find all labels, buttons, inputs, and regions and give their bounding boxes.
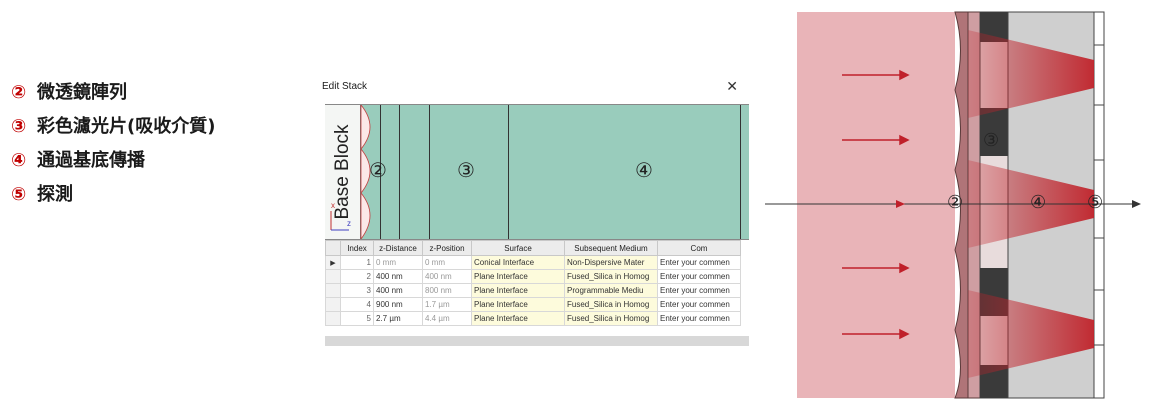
region-label: ④ bbox=[635, 160, 653, 182]
legend-number: ③ bbox=[11, 116, 27, 137]
legend-number: ④ bbox=[11, 150, 27, 171]
axis-x-label: x bbox=[331, 201, 335, 210]
legend-list: ② 微透鏡陣列 ③ 彩色濾光片(吸收介質) ④ 通過基底傳播 ⑤ 探測 bbox=[11, 76, 215, 212]
diagram-label: ② bbox=[947, 192, 964, 213]
row-selector[interactable]: ▶ bbox=[325, 255, 341, 270]
cell-comment[interactable]: Enter your commen bbox=[657, 269, 741, 284]
diagram-label: ④ bbox=[1030, 192, 1047, 213]
close-icon[interactable]: ✕ bbox=[726, 78, 738, 95]
cell-medium[interactable]: Fused_Silica in Homog bbox=[564, 269, 658, 284]
legend-item: ④ 通過基底傳播 bbox=[11, 144, 215, 178]
table-header-row: Index z-Distance z-Position Surface Subs… bbox=[325, 240, 741, 256]
row-selector[interactable] bbox=[325, 311, 341, 326]
row-selector[interactable] bbox=[325, 297, 341, 312]
cell-z-position: 800 nm bbox=[422, 283, 472, 298]
edit-stack-window: Edit Stack ✕ Base Block x z ② ③ ④ Index bbox=[318, 78, 750, 350]
cell-z-position: 0 mm bbox=[422, 255, 472, 270]
cell-index: 4 bbox=[340, 297, 374, 312]
legend-text: 通過基底傳播 bbox=[37, 150, 145, 171]
legend-text: 微透鏡陣列 bbox=[37, 82, 127, 103]
cell-z-distance: 0 mm bbox=[373, 255, 423, 270]
legend-number: ② bbox=[11, 82, 27, 103]
cell-medium[interactable]: Fused_Silica in Homog bbox=[564, 311, 658, 326]
interface-line bbox=[508, 105, 509, 239]
cell-comment[interactable]: Enter your commen bbox=[657, 255, 741, 270]
table-row[interactable]: 4 900 nm 1.7 µm Plane Interface Fused_Si… bbox=[325, 297, 741, 312]
column-header[interactable] bbox=[325, 240, 341, 256]
optical-axis-head bbox=[1132, 200, 1141, 208]
cell-z-distance[interactable]: 2.7 µm bbox=[373, 311, 423, 326]
legend-text: 探測 bbox=[37, 184, 73, 205]
legend-text: 彩色濾光片(吸收介質) bbox=[37, 116, 216, 137]
cell-medium[interactable]: Non-Dispersive Mater bbox=[564, 255, 658, 270]
stack-drawing bbox=[330, 105, 371, 239]
cell-surface[interactable]: Plane Interface bbox=[471, 297, 565, 312]
column-header[interactable]: Subsequent Medium bbox=[564, 240, 658, 256]
table-row[interactable]: 3 400 nm 800 nm Plane Interface Programm… bbox=[325, 283, 741, 298]
incident-light-region bbox=[797, 12, 955, 398]
window-title: Edit Stack bbox=[322, 81, 368, 92]
stack-table[interactable]: Index z-Distance z-Position Surface Subs… bbox=[325, 240, 749, 336]
cell-z-position: 1.7 µm bbox=[422, 297, 472, 312]
interface-line bbox=[429, 105, 430, 239]
column-header[interactable]: Com bbox=[657, 240, 741, 256]
cell-surface[interactable]: Plane Interface bbox=[471, 269, 565, 284]
legend-item: ② 微透鏡陣列 bbox=[11, 76, 215, 110]
diagram-label: ⑤ bbox=[1087, 192, 1104, 213]
interface-line bbox=[399, 105, 400, 239]
diagram-label: ③ bbox=[983, 130, 1000, 151]
stack-visualization[interactable]: Base Block x z ② ③ ④ bbox=[325, 104, 749, 240]
cell-surface[interactable]: Plane Interface bbox=[471, 283, 565, 298]
pixel-diagram: ② ③ ④ ⑤ bbox=[760, 0, 1152, 411]
column-header[interactable]: Index bbox=[340, 240, 374, 256]
cell-comment[interactable]: Enter your commen bbox=[657, 283, 741, 298]
cell-z-distance[interactable]: 400 nm bbox=[373, 269, 423, 284]
cell-z-distance[interactable]: 400 nm bbox=[373, 283, 423, 298]
cell-index: 2 bbox=[340, 269, 374, 284]
cell-medium[interactable]: Programmable Mediu bbox=[564, 283, 658, 298]
cell-z-position: 400 nm bbox=[422, 269, 472, 284]
cell-medium[interactable]: Fused_Silica in Homog bbox=[564, 297, 658, 312]
horizontal-scrollbar[interactable] bbox=[325, 336, 749, 346]
table-row[interactable]: ▶ 1 0 mm 0 mm Conical Interface Non-Disp… bbox=[325, 255, 741, 270]
region-label: ② bbox=[369, 160, 387, 182]
row-selector[interactable] bbox=[325, 283, 341, 298]
cell-comment[interactable]: Enter your commen bbox=[657, 311, 741, 326]
cell-surface[interactable]: Conical Interface bbox=[471, 255, 565, 270]
legend-item: ⑤ 探測 bbox=[11, 178, 215, 212]
column-header[interactable]: Surface bbox=[471, 240, 565, 256]
cell-index: 1 bbox=[340, 255, 374, 270]
interface-line bbox=[740, 105, 741, 239]
row-selector[interactable] bbox=[325, 269, 341, 284]
column-header[interactable]: z-Position bbox=[422, 240, 472, 256]
region-label: ③ bbox=[457, 160, 475, 182]
cell-comment[interactable]: Enter your commen bbox=[657, 297, 741, 312]
cell-index: 5 bbox=[340, 311, 374, 326]
table-row[interactable]: 5 2.7 µm 4.4 µm Plane Interface Fused_Si… bbox=[325, 311, 741, 326]
cell-index: 3 bbox=[340, 283, 374, 298]
column-header[interactable]: z-Distance bbox=[373, 240, 423, 256]
cell-z-position: 4.4 µm bbox=[422, 311, 472, 326]
legend-item: ③ 彩色濾光片(吸收介質) bbox=[11, 110, 215, 144]
cell-surface[interactable]: Plane Interface bbox=[471, 311, 565, 326]
table-row[interactable]: 2 400 nm 400 nm Plane Interface Fused_Si… bbox=[325, 269, 741, 284]
cell-z-distance[interactable]: 900 nm bbox=[373, 297, 423, 312]
axis-z-label: z bbox=[347, 219, 351, 228]
legend-number: ⑤ bbox=[11, 184, 27, 205]
